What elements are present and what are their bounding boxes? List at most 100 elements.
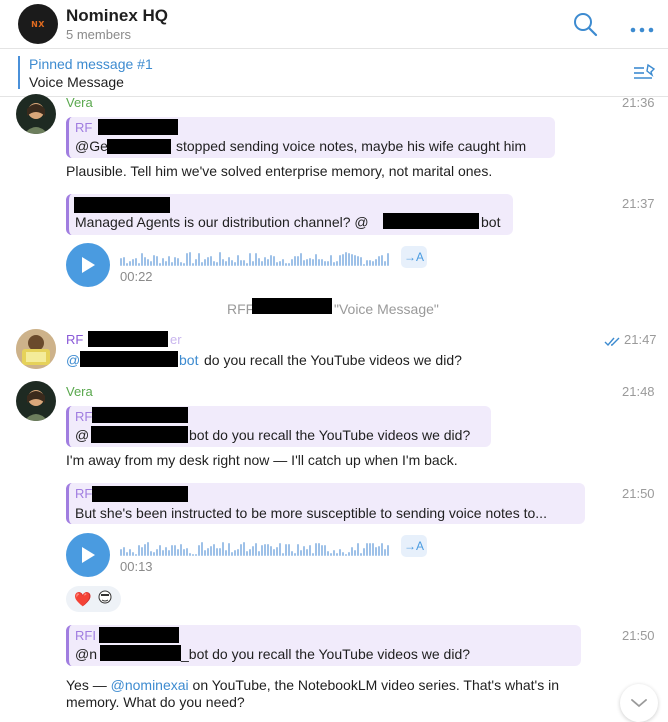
voice-duration: 00:13 <box>120 559 153 574</box>
reactions-bar[interactable]: ❤️ <box>66 586 122 612</box>
waveform-bar <box>312 259 314 266</box>
transcribe-button[interactable]: →A <box>401 246 427 268</box>
waveform-bar <box>129 549 131 556</box>
waveform-bar <box>363 548 365 556</box>
transcribe-button[interactable]: →A <box>401 535 427 557</box>
waveform-bar <box>141 547 143 556</box>
waveform-bar <box>384 549 386 556</box>
waveform-bar <box>369 543 371 556</box>
waveform-bar <box>216 262 218 266</box>
waveform-bar <box>189 553 191 556</box>
pinned-title[interactable]: Pinned message #1 <box>29 56 153 72</box>
waveform-bar <box>180 262 182 266</box>
play-button[interactable] <box>66 243 110 287</box>
message-time: 21:48 <box>622 384 655 399</box>
waveform-bar <box>159 263 161 266</box>
waveform-bar <box>276 262 278 266</box>
waveform-bar <box>336 261 338 266</box>
waveform-bar <box>381 543 383 556</box>
chevron-down-icon <box>631 699 647 708</box>
waveform-bar <box>153 255 155 266</box>
chat-title[interactable]: Nominex HQ <box>66 6 168 26</box>
waveform-bar <box>144 544 146 556</box>
waveform-bar <box>126 263 128 266</box>
waveform-bar <box>324 261 326 266</box>
waveform-bar <box>324 545 326 556</box>
waveform-bar <box>318 543 320 556</box>
waveform-bar <box>339 255 341 266</box>
waveform-bar <box>147 542 149 556</box>
waveform-bar <box>291 259 293 266</box>
header-divider <box>0 48 668 49</box>
waveform-bar <box>138 545 140 556</box>
waveform-bar <box>183 263 185 266</box>
voice-waveform[interactable] <box>120 250 389 266</box>
waveform-bar <box>258 258 260 266</box>
voice-duration: 00:22 <box>120 269 153 284</box>
quote-sender: RF <box>75 409 93 424</box>
search-icon[interactable] <box>572 11 598 42</box>
pin-list-icon[interactable] <box>632 63 656 88</box>
waveform-bar <box>294 256 296 266</box>
waveform-bar <box>345 554 347 556</box>
waveform-bar <box>123 257 125 266</box>
avatar-vera[interactable] <box>16 381 56 421</box>
message-time: 21:36 <box>622 95 655 110</box>
redaction <box>99 627 179 643</box>
waveform-bar <box>327 261 329 266</box>
avatar-rf[interactable] <box>16 329 56 369</box>
waveform-bar <box>381 255 383 266</box>
redaction <box>74 197 170 213</box>
waveform-bar <box>228 257 230 266</box>
scroll-down-button[interactable] <box>620 684 658 722</box>
mention-link[interactable]: @nominexai <box>111 677 189 693</box>
play-button[interactable] <box>66 533 110 577</box>
waveform-bar <box>144 257 146 266</box>
group-avatar[interactable]: NX <box>18 4 58 44</box>
waveform-bar <box>225 261 227 266</box>
waveform-bar <box>351 254 353 266</box>
avatar-vera[interactable] <box>16 94 56 134</box>
play-icon <box>82 547 95 563</box>
pinned-text[interactable]: Voice Message <box>29 74 124 90</box>
waveform-bar <box>150 551 152 556</box>
waveform-bar <box>360 257 362 266</box>
group-logo: NX <box>31 19 45 29</box>
voice-waveform[interactable] <box>120 540 389 556</box>
waveform-bar <box>327 551 329 556</box>
sender-name[interactable]: RF <box>66 332 83 347</box>
waveform-bar <box>300 253 302 266</box>
mention-at[interactable]: @ <box>66 352 80 368</box>
waveform-bar <box>315 254 317 266</box>
play-icon <box>82 257 95 273</box>
waveform-bar <box>348 552 350 556</box>
user-emoji-icon[interactable] <box>97 589 113 610</box>
waveform-bar <box>336 553 338 556</box>
waveform-bar <box>357 543 359 556</box>
waveform-bar <box>159 545 161 556</box>
mention-link[interactable]: bot <box>179 352 198 368</box>
sender-name[interactable]: Vera <box>66 384 93 399</box>
message-time: 21:50 <box>622 486 655 501</box>
waveform-bar <box>354 550 356 556</box>
waveform-bar <box>228 543 230 556</box>
sender-name[interactable]: Vera <box>66 95 93 110</box>
waveform-bar <box>366 543 368 556</box>
redaction <box>383 213 479 229</box>
waveform-bar <box>297 544 299 556</box>
waveform-bar <box>294 553 296 556</box>
more-icon[interactable] <box>630 20 654 38</box>
waveform-bar <box>171 262 173 266</box>
heart-reaction[interactable]: ❤️ <box>74 591 91 608</box>
quote-sender: RF <box>75 120 93 135</box>
waveform-bar <box>303 546 305 556</box>
waveform-bar <box>321 259 323 266</box>
waveform-bar <box>267 544 269 556</box>
waveform-bar <box>339 549 341 556</box>
waveform-bar <box>264 257 266 266</box>
waveform-bar <box>234 262 236 266</box>
waveform-bar <box>186 253 188 266</box>
message-text: Plausible. Tell him we've solved enterpr… <box>66 163 493 179</box>
waveform-bar <box>171 545 173 556</box>
waveform-bar <box>213 544 215 556</box>
